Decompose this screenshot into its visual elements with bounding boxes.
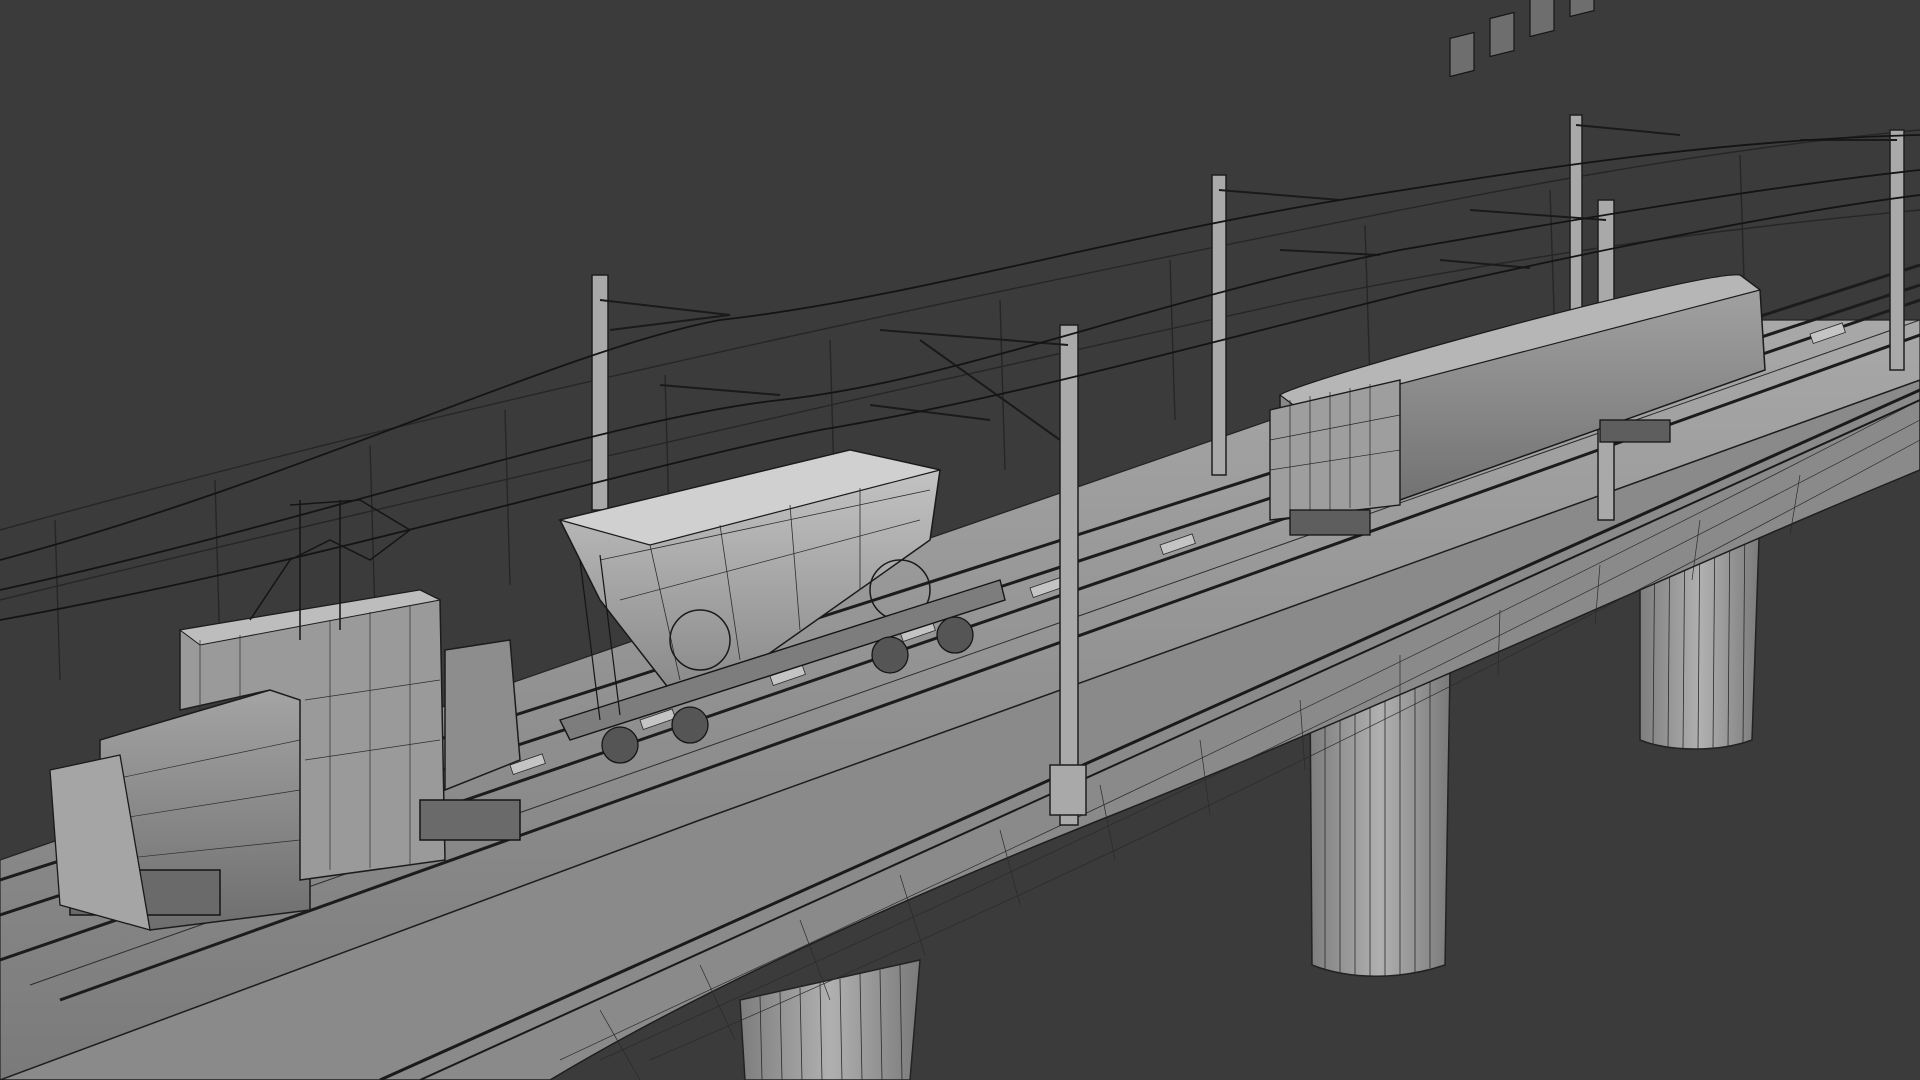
viaduct-pier-front[interactable] [739,959,921,1080]
wireframe-scene[interactable] [0,0,1920,1080]
3d-viewport[interactable] [0,0,1920,1080]
